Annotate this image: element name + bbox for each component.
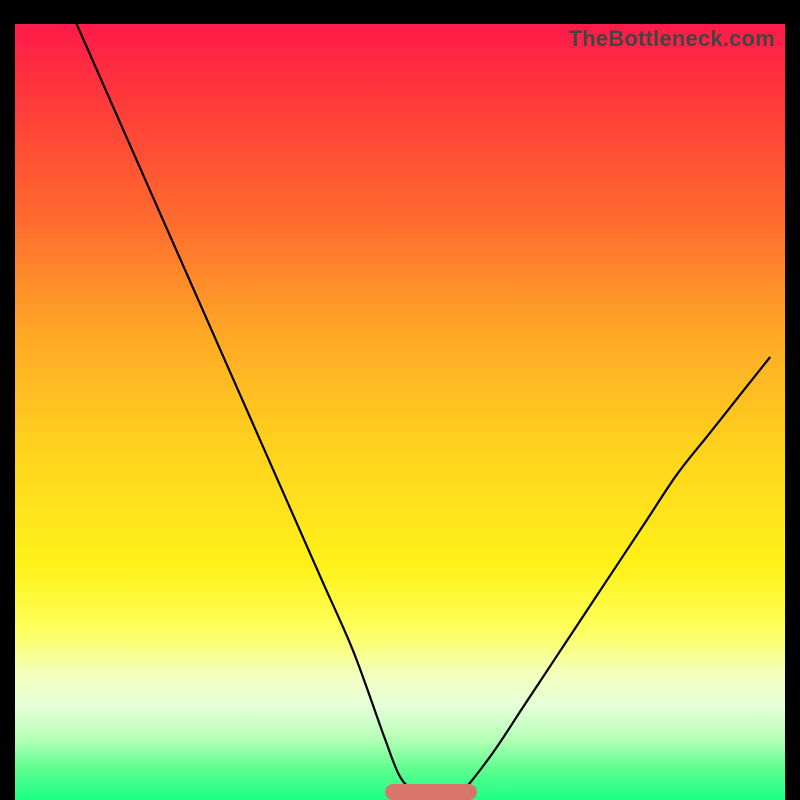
trough-marker bbox=[385, 784, 477, 800]
curve-path bbox=[77, 24, 770, 800]
watermark-text: TheBottleneck.com bbox=[569, 26, 775, 52]
bottleneck-curve bbox=[15, 24, 785, 800]
chart-plot-area: TheBottleneck.com bbox=[15, 24, 785, 800]
